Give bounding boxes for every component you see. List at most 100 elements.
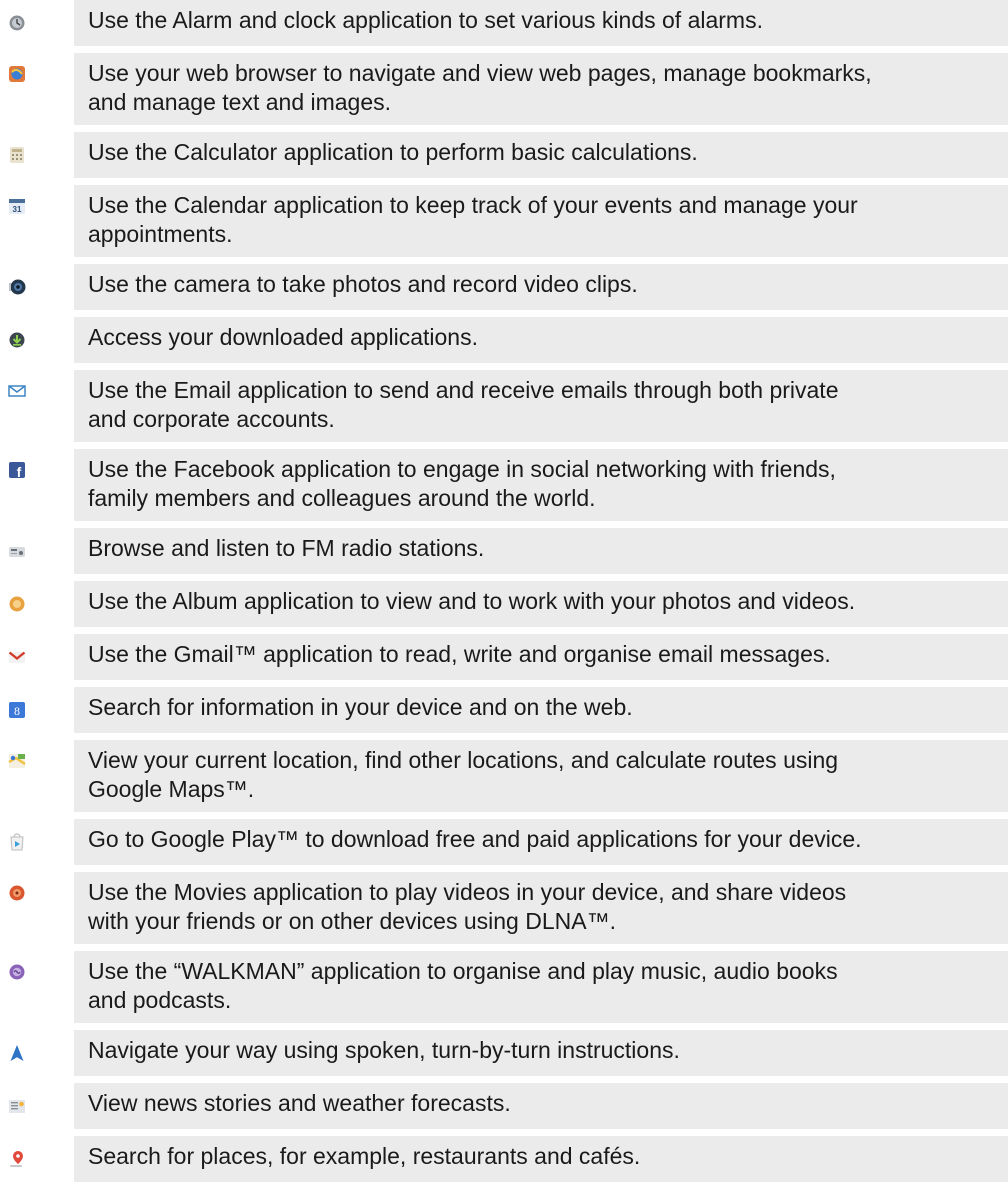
item-description: Browse and listen to FM radio stations. (74, 528, 1008, 574)
description-line: Browse and listen to FM radio stations. (88, 535, 485, 561)
alarm-clock-icon-wrap (8, 14, 26, 32)
download-icon (9, 332, 25, 348)
navigation-arrow-icon (10, 1045, 24, 1061)
list-item-places: Search for places, for example, restaura… (0, 1136, 1008, 1182)
description-line: Google Maps™. (88, 776, 255, 802)
description-line: Use the Calendar application to keep tra… (88, 192, 858, 218)
svg-text:8: 8 (14, 704, 20, 718)
description-line: Use the Gmail™ application to read, writ… (88, 641, 831, 667)
web-browser-icon (9, 66, 25, 82)
description-line: and corporate accounts. (88, 406, 335, 432)
list-item-play-store: Go to Google Play™ to download free and … (0, 819, 1008, 865)
item-description: View news stories and weather forecasts. (74, 1083, 1008, 1129)
description-line: and manage text and images. (88, 89, 392, 115)
description-line: appointments. (88, 221, 233, 247)
list-item-maps: View your current location, find other l… (0, 740, 1008, 812)
item-description: Use your web browser to navigate and vie… (74, 53, 1008, 125)
description-line: Use the Calculator application to perfor… (88, 139, 698, 165)
gmail-icon-wrap (8, 648, 26, 666)
description-line: with your friends or on other devices us… (88, 908, 616, 934)
item-description: Search for information in your device an… (74, 687, 1008, 733)
google-search-icon-wrap: 8 (8, 701, 26, 719)
list-item-facebook: f Use the Facebook application to engage … (0, 449, 1008, 521)
description-line: Use the “WALKMAN” application to organis… (88, 958, 838, 984)
places-pin-icon-wrap (8, 1150, 26, 1168)
email-envelope-icon (8, 385, 26, 397)
list-item-movies: Use the Movies application to play video… (0, 872, 1008, 944)
maps-icon (8, 754, 26, 768)
navigation-arrow-icon-wrap (8, 1044, 26, 1062)
facebook-icon: f (9, 462, 25, 480)
list-item-gmail: Use the Gmail™ application to read, writ… (0, 634, 1008, 680)
list-item-google-search: 8 Search for information in your device a… (0, 687, 1008, 733)
download-icon-wrap (8, 331, 26, 349)
item-description: Use the Calculator application to perfor… (74, 132, 1008, 178)
description-line: Use your web browser to navigate and vie… (88, 60, 872, 86)
list-item-camera: Use the camera to take photos and record… (0, 264, 1008, 310)
description-line: Go to Google Play™ to download free and … (88, 826, 862, 852)
list-item-alarm: Use the Alarm and clock application to s… (0, 0, 1008, 46)
item-description: Access your downloaded applications. (74, 317, 1008, 363)
item-description: Search for places, for example, restaura… (74, 1136, 1008, 1182)
play-store-icon-wrap (8, 833, 26, 851)
alarm-clock-icon (9, 15, 25, 31)
item-description: View your current location, find other l… (74, 740, 1008, 812)
list-item-downloads: Access your downloaded applications. (0, 317, 1008, 363)
calculator-icon-wrap (8, 146, 26, 164)
item-description: Use the Calendar application to keep tra… (74, 185, 1008, 257)
item-description: Go to Google Play™ to download free and … (74, 819, 1008, 865)
description-line: View news stories and weather forecasts. (88, 1090, 511, 1116)
list-item-browser: Use your web browser to navigate and vie… (0, 53, 1008, 125)
description-line: View your current location, find other l… (88, 747, 839, 773)
description-line: Navigate your way using spoken, turn-by-… (88, 1037, 680, 1063)
list-item-news-weather: View news stories and weather forecasts. (0, 1083, 1008, 1129)
item-description: Use the Movies application to play video… (74, 872, 1008, 944)
list-item-email: Use the Email application to send and re… (0, 370, 1008, 442)
movies-icon-wrap (8, 884, 26, 902)
album-icon-wrap (8, 595, 26, 613)
album-icon (9, 596, 25, 612)
facebook-icon-wrap: f (8, 461, 26, 480)
camera-icon (9, 279, 26, 295)
news-weather-icon-wrap (8, 1097, 26, 1115)
item-description: Use the Album application to view and to… (74, 581, 1008, 627)
description-line: Access your downloaded applications. (88, 324, 478, 350)
description-line: Use the Facebook application to engage i… (88, 456, 836, 482)
list-item-walkman: Use the “WALKMAN” application to organis… (0, 951, 1008, 1023)
fm-radio-icon (9, 547, 25, 557)
calculator-icon (10, 147, 24, 163)
description-line: Use the Alarm and clock application to s… (88, 7, 763, 33)
walkman-icon (9, 964, 25, 980)
movies-icon (9, 885, 25, 901)
item-description: Use the Email application to send and re… (74, 370, 1008, 442)
description-line: family members and colleagues around the… (88, 485, 596, 511)
description-line: Search for information in your device an… (88, 694, 633, 720)
item-description: Navigate your way using spoken, turn-by-… (74, 1030, 1008, 1076)
description-line: Use the Email application to send and re… (88, 377, 839, 403)
google-search-icon: 8 (9, 702, 25, 718)
list-item-calendar: 31 Use the Calendar application to keep t… (0, 185, 1008, 257)
fm-radio-icon-wrap (8, 542, 26, 560)
item-description: Use the Alarm and clock application to s… (74, 0, 1008, 46)
calendar-icon-wrap: 31 (8, 197, 26, 215)
camera-icon-wrap (8, 278, 26, 296)
calendar-icon: 31 (9, 199, 25, 214)
svg-text:f: f (17, 464, 22, 479)
web-browser-icon-wrap (8, 65, 26, 83)
description-line: Use the Movies application to play video… (88, 879, 847, 905)
description-line: Search for places, for example, restaura… (88, 1143, 641, 1169)
svg-text:31: 31 (13, 205, 22, 214)
app-description-list: Use the Alarm and clock application to s… (0, 0, 1008, 1182)
list-item-fm-radio: Browse and listen to FM radio stations. (0, 528, 1008, 574)
news-weather-icon (9, 1100, 25, 1113)
list-item-navigation: Navigate your way using spoken, turn-by-… (0, 1030, 1008, 1076)
list-item-calculator: Use the Calculator application to perfor… (0, 132, 1008, 178)
item-description: Use the “WALKMAN” application to organis… (74, 951, 1008, 1023)
description-line: Use the camera to take photos and record… (88, 271, 638, 297)
email-envelope-icon-wrap (8, 382, 26, 400)
item-description: Use the Gmail™ application to read, writ… (74, 634, 1008, 680)
walkman-icon-wrap (8, 963, 26, 981)
play-store-icon (10, 833, 24, 851)
places-pin-icon (10, 1151, 23, 1167)
list-item-album: Use the Album application to view and to… (0, 581, 1008, 627)
